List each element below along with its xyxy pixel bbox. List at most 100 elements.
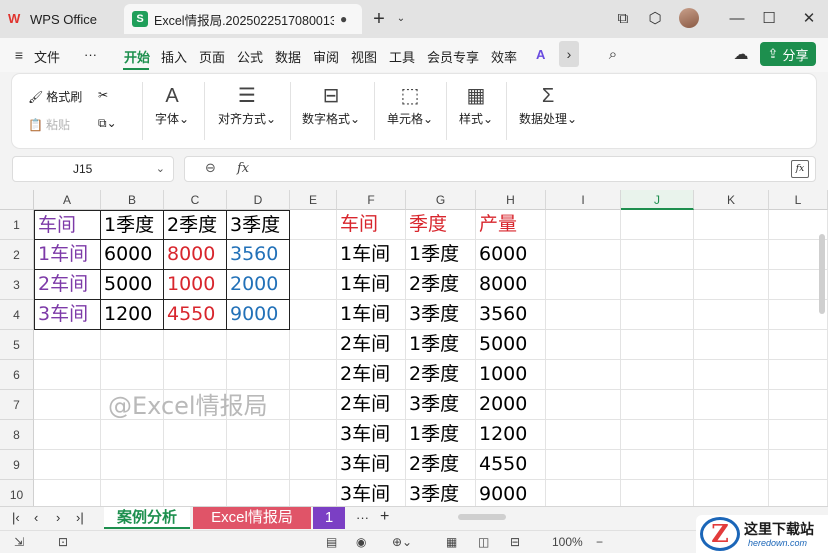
document-tab[interactable]: S Excel情报局.20250225170800138 ● bbox=[124, 4, 362, 34]
row-header-8[interactable]: 8 bbox=[0, 420, 34, 450]
table1-cell[interactable]: 5000 bbox=[101, 270, 164, 300]
column-header-j[interactable]: J bbox=[621, 190, 694, 210]
table2-cell[interactable]: 3车间 bbox=[337, 480, 406, 506]
grid-cell[interactable] bbox=[546, 390, 621, 420]
grid-cell[interactable] bbox=[546, 450, 621, 480]
grid-cell[interactable] bbox=[694, 210, 769, 240]
prev-sheet-icon[interactable]: ‹ bbox=[34, 510, 38, 525]
unsaved-indicator[interactable]: ● bbox=[340, 12, 347, 26]
grid-cell[interactable] bbox=[101, 480, 164, 506]
menu-more[interactable]: ··· bbox=[84, 47, 97, 62]
grid-cell[interactable] bbox=[290, 360, 337, 390]
table2-cell[interactable]: 4550 bbox=[476, 450, 546, 480]
close-icon[interactable]: ✕ bbox=[798, 8, 820, 30]
grid-cell[interactable] bbox=[694, 330, 769, 360]
grid-cell[interactable] bbox=[101, 420, 164, 450]
grid-cell[interactable] bbox=[769, 390, 828, 420]
row-header-6[interactable]: 6 bbox=[0, 360, 34, 390]
grid-cell[interactable] bbox=[101, 330, 164, 360]
table2-cell[interactable]: 2000 bbox=[476, 390, 546, 420]
sheet-tab-1[interactable]: 案例分析 bbox=[104, 507, 190, 529]
grid-cell[interactable] bbox=[101, 450, 164, 480]
grid-cell[interactable] bbox=[769, 450, 828, 480]
table1-cell[interactable]: 2车间 bbox=[34, 270, 101, 300]
table2-cell[interactable]: 8000 bbox=[476, 270, 546, 300]
table2-cell[interactable]: 1季度 bbox=[406, 420, 476, 450]
table2-cell[interactable]: 3车间 bbox=[337, 450, 406, 480]
table1-cell[interactable]: 4550 bbox=[164, 300, 227, 330]
crosshair-icon[interactable]: ⊕⌄ bbox=[392, 535, 412, 549]
row-header-10[interactable]: 10 bbox=[0, 480, 34, 506]
app-home-tab[interactable]: W WPS Office bbox=[8, 6, 97, 32]
formula-input[interactable]: ⊖ fx fx bbox=[184, 156, 816, 182]
grid-cell[interactable] bbox=[290, 270, 337, 300]
table2-cell[interactable]: 1季度 bbox=[406, 240, 476, 270]
row-header-1[interactable]: 1 bbox=[0, 210, 34, 240]
cell-display-icon[interactable]: ▤ bbox=[326, 535, 337, 549]
cloud-sync-icon[interactable]: ☁ bbox=[730, 44, 752, 66]
row-header-3[interactable]: 3 bbox=[0, 270, 34, 300]
grid-cell[interactable] bbox=[694, 360, 769, 390]
row-header-9[interactable]: 9 bbox=[0, 450, 34, 480]
sheet-info-icon[interactable]: ⊡ bbox=[58, 535, 68, 549]
table1-cell[interactable]: 9000 bbox=[227, 300, 290, 330]
grid-cell[interactable] bbox=[227, 420, 290, 450]
column-header-g[interactable]: G bbox=[406, 190, 476, 210]
column-header-h[interactable]: H bbox=[476, 190, 546, 210]
grid-cell[interactable] bbox=[621, 330, 694, 360]
grid-cell[interactable] bbox=[164, 480, 227, 506]
grid-cell[interactable] bbox=[546, 300, 621, 330]
menu-data[interactable]: 数据 bbox=[275, 47, 301, 66]
grid-cell[interactable] bbox=[546, 360, 621, 390]
column-header-e[interactable]: E bbox=[290, 190, 337, 210]
grid-cell[interactable] bbox=[694, 390, 769, 420]
eye-protection-icon[interactable]: ◉ bbox=[356, 535, 366, 549]
cube-icon[interactable]: ⬡ bbox=[644, 8, 666, 30]
grid-cell[interactable] bbox=[34, 330, 101, 360]
column-header-i[interactable]: I bbox=[546, 190, 621, 210]
grid-cell[interactable] bbox=[164, 450, 227, 480]
grid-cell[interactable] bbox=[290, 450, 337, 480]
grid-cell[interactable] bbox=[34, 420, 101, 450]
grid-cell[interactable] bbox=[694, 240, 769, 270]
last-sheet-icon[interactable]: ›| bbox=[76, 510, 84, 525]
table2-cell[interactable]: 3车间 bbox=[337, 420, 406, 450]
paste-button[interactable]: 📋 粘贴 bbox=[28, 116, 70, 133]
grid-cell[interactable] bbox=[290, 300, 337, 330]
table2-cell[interactable]: 3560 bbox=[476, 300, 546, 330]
new-tab-button[interactable]: + bbox=[368, 8, 390, 30]
grid-cell[interactable] bbox=[290, 420, 337, 450]
table2-cell[interactable]: 5000 bbox=[476, 330, 546, 360]
grid-cell[interactable] bbox=[694, 450, 769, 480]
table1-cell[interactable]: 1季度 bbox=[101, 210, 164, 240]
grid-cell[interactable] bbox=[227, 330, 290, 360]
zoom-formula-icon[interactable]: ⊖ bbox=[205, 160, 216, 176]
table2-cell[interactable]: 2季度 bbox=[406, 450, 476, 480]
grid-cell[interactable] bbox=[290, 330, 337, 360]
copy-icon[interactable]: ⧉⌄ bbox=[98, 116, 117, 131]
table2-cell[interactable]: 1车间 bbox=[337, 300, 406, 330]
table1-cell[interactable]: 3季度 bbox=[227, 210, 290, 240]
grid-cell[interactable] bbox=[34, 480, 101, 506]
table1-cell[interactable]: 2000 bbox=[227, 270, 290, 300]
grid-cell[interactable] bbox=[227, 480, 290, 506]
horizontal-scrollbar[interactable] bbox=[458, 514, 506, 520]
sheet-tab-3[interactable]: 1 bbox=[313, 507, 345, 529]
grid-cell[interactable] bbox=[621, 390, 694, 420]
table1-cell[interactable]: 6000 bbox=[101, 240, 164, 270]
grid-cell[interactable] bbox=[34, 360, 101, 390]
table2-cell[interactable]: 1000 bbox=[476, 360, 546, 390]
grid-cell[interactable] bbox=[621, 210, 694, 240]
table1-cell[interactable]: 3560 bbox=[227, 240, 290, 270]
menu-file[interactable]: 文件 bbox=[34, 47, 60, 66]
grid-cell[interactable] bbox=[164, 330, 227, 360]
cut-icon[interactable]: ✂ bbox=[98, 88, 108, 102]
grid-cell[interactable] bbox=[546, 480, 621, 506]
grid-cell[interactable] bbox=[290, 390, 337, 420]
grid-cell[interactable] bbox=[769, 420, 828, 450]
table2-cell[interactable]: 6000 bbox=[476, 240, 546, 270]
menu-insert[interactable]: 插入 bbox=[161, 47, 187, 66]
grid-cell[interactable] bbox=[546, 420, 621, 450]
table2-cell[interactable]: 2车间 bbox=[337, 390, 406, 420]
grid-cell[interactable] bbox=[769, 360, 828, 390]
